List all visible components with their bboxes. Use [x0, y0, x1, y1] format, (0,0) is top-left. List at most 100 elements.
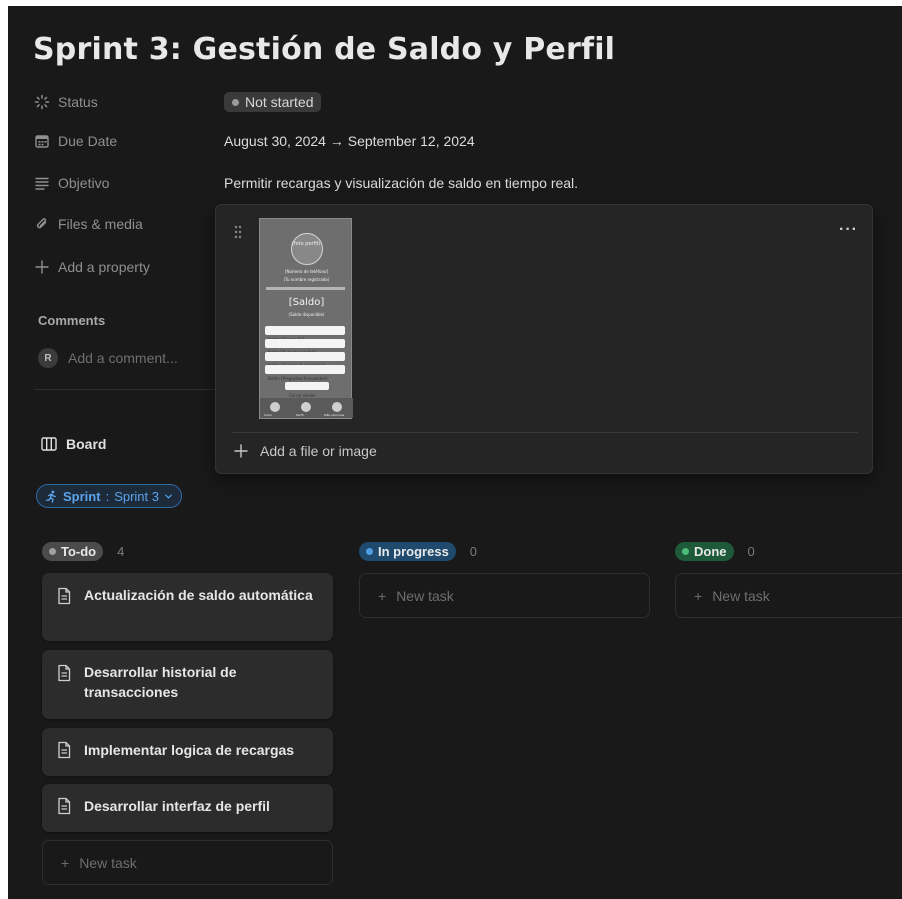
- thumb-nav-dot: [270, 402, 280, 412]
- page-icon: [58, 741, 71, 759]
- thumb-nav-dot: [332, 402, 342, 412]
- thumb-divider: [266, 287, 345, 290]
- thumb-nav-dot: [301, 402, 311, 412]
- comments-heading: Comments: [38, 313, 106, 328]
- divider: [34, 389, 224, 390]
- property-files-label[interactable]: Files & media: [34, 212, 143, 236]
- thumb-balance: [Saldo]: [288, 297, 325, 308]
- thumb-nav-label: Inicio: [264, 413, 272, 417]
- add-property-label: Add a property: [58, 259, 150, 275]
- task-card[interactable]: Implementar logica de recargas: [42, 728, 333, 776]
- status-value: Not started: [245, 94, 314, 110]
- add-file-label: Add a file or image: [260, 443, 377, 459]
- filter-value: Sprint 3: [114, 488, 159, 504]
- files-label-text: Files & media: [58, 216, 143, 232]
- thumb-phone: [Número de teléfono]: [285, 269, 328, 274]
- thumb-button: Botón [P. de Privacidad]: [265, 339, 345, 355]
- thumb-profile-circle: [291, 233, 323, 265]
- more-options-icon[interactable]: ···: [839, 221, 858, 239]
- status-icon: [34, 94, 50, 110]
- due-date-value[interactable]: August 30, 2024 → September 12, 2024: [224, 129, 475, 153]
- plus-icon: [35, 260, 49, 274]
- task-title: Desarrollar historial de transacciones: [84, 664, 237, 700]
- column-pill-done[interactable]: Done: [675, 541, 734, 561]
- status-badge[interactable]: Not started: [224, 92, 322, 112]
- task-card[interactable]: Desarrollar historial de transacciones: [42, 650, 333, 719]
- add-file-button[interactable]: Add a file or image: [234, 443, 377, 459]
- plus-icon: +: [378, 587, 387, 604]
- thumb-nav-label: Perfil: [296, 413, 304, 417]
- board-columns-icon: [41, 437, 57, 451]
- filter-key: Sprint: [63, 488, 101, 504]
- thumb-bottom-nav: Inicio Perfil Más opciones: [260, 398, 353, 418]
- task-title: Implementar logica de recargas: [84, 742, 295, 758]
- property-status-label[interactable]: Status: [34, 90, 98, 114]
- column-header-done: Done 0: [675, 540, 755, 562]
- objective-value[interactable]: Permitir recargas y visualización de sal…: [224, 171, 578, 195]
- calendar-icon: [35, 135, 49, 148]
- column-pill-todo[interactable]: To-do: [42, 541, 104, 561]
- thumb-balance-sub: (Saldo disponible): [288, 312, 325, 317]
- file-thumbnail[interactable]: (foto perfil) [Número de teléfono] (Tu n…: [259, 218, 353, 419]
- new-task-button-done[interactable]: + New task: [675, 573, 902, 618]
- page-title[interactable]: Sprint 3: Gestión de Saldo y Perfil: [33, 32, 615, 67]
- notion-page: Sprint 3: Gestión de Saldo y Perfil Stat…: [8, 6, 902, 899]
- column-pill-in-progress[interactable]: In progress: [359, 541, 456, 561]
- new-task-button-in-progress[interactable]: + New task: [359, 573, 650, 618]
- popup-divider: [232, 432, 858, 433]
- status-label-text: Status: [58, 94, 98, 110]
- thumb-button-label: Botón [Preguntas Frecuentes]: [268, 376, 328, 381]
- new-task-button-todo[interactable]: + New task: [42, 840, 333, 885]
- task-card[interactable]: Desarrollar interfaz de perfil: [42, 784, 333, 832]
- thumb-button: Botón [Acerca de]: [265, 326, 345, 342]
- property-files: Files & media: [34, 212, 224, 236]
- column-header-todo: To-do 4: [42, 540, 124, 562]
- add-property-button[interactable]: Add a property: [34, 255, 224, 279]
- comment-input[interactable]: R Add a comment...: [38, 346, 178, 370]
- column-count: 0: [469, 543, 478, 559]
- column-count: 4: [117, 543, 125, 559]
- tab-board-label: Board: [66, 436, 107, 452]
- text-lines-icon: [35, 177, 49, 190]
- new-task-label: New task: [79, 854, 137, 871]
- column-count: 0: [747, 543, 755, 559]
- column-dot: [49, 547, 56, 555]
- plus-icon: +: [61, 854, 70, 871]
- task-title: Actualización de saldo automática: [84, 587, 313, 603]
- thumb-button: Botón [Centros Autorizados]: [265, 352, 345, 368]
- thumb-profile-caption: (foto perfil): [291, 241, 321, 247]
- thumb-button: Botón [Preguntas Frecuentes]: [265, 365, 345, 381]
- page-icon: [58, 797, 71, 815]
- task-title: Desarrollar interfaz de perfil: [84, 798, 270, 814]
- new-task-label: New task: [396, 587, 454, 604]
- filter-colon: :: [105, 488, 110, 504]
- paperclip-icon: [36, 218, 47, 229]
- drag-handle-icon[interactable]: [234, 225, 242, 239]
- tab-board[interactable]: Board: [41, 436, 106, 452]
- plus-icon: +: [694, 587, 703, 604]
- running-person-icon: [46, 490, 56, 503]
- plus-icon: [234, 444, 248, 458]
- column-dot: [682, 547, 689, 555]
- due-date-label-text: Due Date: [58, 133, 118, 149]
- property-due-date-label[interactable]: Due Date: [34, 129, 117, 153]
- column-name: To-do: [61, 543, 97, 559]
- status-dot: [232, 98, 239, 106]
- column-name: In progress: [378, 543, 449, 559]
- task-card[interactable]: Actualización de saldo automática: [42, 573, 333, 641]
- column-name: Done: [694, 543, 727, 559]
- property-objective-label[interactable]: Objetivo: [34, 171, 109, 195]
- thumb-logout: Cerrar sesión: [285, 382, 329, 398]
- page-icon: [58, 587, 71, 605]
- new-task-label: New task: [712, 587, 770, 604]
- thumb-nav-label: Más opciones: [324, 413, 345, 417]
- sprint-filter[interactable]: Sprint: Sprint 3: [36, 484, 182, 508]
- property-objective: Objetivo Permitir recargas y visualizaci…: [34, 171, 894, 195]
- property-due-date: Due Date August 30, 2024 → September 12,…: [34, 129, 894, 153]
- column-header-in-progress: In progress 0: [359, 540, 477, 562]
- comment-placeholder: Add a comment...: [68, 350, 178, 366]
- column-dot: [366, 547, 373, 555]
- property-status: Status Not started: [34, 90, 894, 114]
- avatar: R: [38, 348, 58, 368]
- chevron-down-icon: [165, 494, 172, 499]
